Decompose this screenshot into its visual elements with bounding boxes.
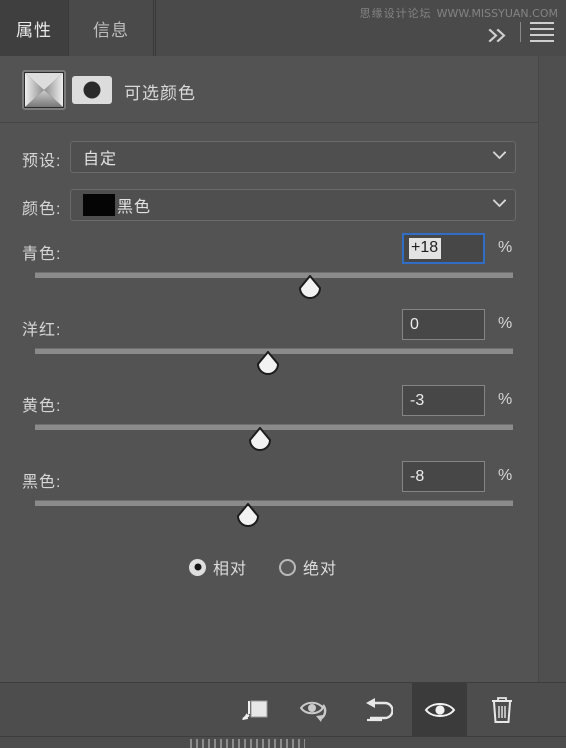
color-select[interactable]: 黑色 [70,189,516,221]
tab-info[interactable]: 信息 [68,0,154,56]
tab-info-label: 信息 [93,20,129,40]
chevron-down-icon [493,199,506,210]
color-label: 颜色: [22,201,62,218]
method-absolute-label: 绝对 [303,561,338,578]
toggle-visibility-button[interactable] [412,683,467,736]
clip-to-layer-icon [239,697,269,723]
hamburger-menu-icon[interactable] [530,22,554,42]
preset-label: 预设: [22,153,62,170]
yellow-value: -3 [410,391,425,409]
properties-panel: 属性 信息 思缘设计论坛 WWW.MISSYUAN.COM 可选颜色 预设: 自… [0,0,566,748]
cyan-slider-thumb[interactable] [298,275,323,299]
toolbar-separator [520,22,521,42]
panel-bottom-toolbar [0,682,566,736]
preset-value: 自定 [83,151,118,168]
trash-icon [490,696,514,724]
tab-properties-label: 属性 [16,20,52,40]
delete-layer-button[interactable] [474,683,529,736]
reset-arrow-icon [363,697,393,723]
chevron-down-icon [493,151,506,162]
black-value: -8 [410,467,425,485]
reset-button[interactable] [350,683,405,736]
method-relative-option[interactable]: 相对 [189,555,247,579]
preset-select[interactable]: 自定 [70,141,516,173]
black-slider-track[interactable] [35,500,513,506]
yellow-unit: % [498,391,513,408]
magenta-input[interactable]: 0 [402,309,485,340]
black-label: 黑色: [22,474,62,491]
yellow-label: 黄色: [22,398,62,415]
page-title: 可选颜色 [124,84,196,103]
magenta-value: 0 [410,315,419,333]
black-slider-thumb[interactable] [236,503,261,527]
cyan-slider-track[interactable] [35,272,513,278]
selective-color-thumbnail[interactable] [22,70,66,110]
color-value: 黑色 [117,199,152,216]
clip-to-layer-button[interactable] [226,683,281,736]
yellow-slider-thumb[interactable] [248,427,273,451]
color-swatch [83,194,115,216]
layer-mask-thumbnail[interactable] [72,76,112,104]
cyan-input[interactable]: +18 [402,233,485,264]
grip-lines-icon [190,739,305,748]
cyan-label: 青色: [22,246,62,263]
radio-absolute[interactable] [279,558,296,576]
magenta-label: 洋红: [22,322,62,339]
magenta-slider-thumb[interactable] [256,351,281,375]
magenta-unit: % [498,315,513,332]
eye-previous-state-icon [299,697,333,723]
yellow-slider-track[interactable] [35,424,513,430]
eye-icon [424,699,456,721]
method-absolute-option[interactable]: 绝对 [279,555,337,579]
black-input[interactable]: -8 [402,461,485,492]
method-relative-label: 相对 [213,561,248,578]
watermark-url: WWW.MISSYUAN.COM [436,7,558,20]
view-previous-state-button[interactable] [288,683,343,736]
watermark-site-name: 思缘设计论坛 [359,7,432,20]
tab-properties[interactable]: 属性 [0,0,68,56]
watermark: 思缘设计论坛 WWW.MISSYUAN.COM [360,5,558,21]
cyan-unit: % [498,239,513,256]
radio-relative[interactable] [189,558,206,576]
panel-right-edge [538,56,566,682]
double-chevron-right-icon[interactable] [488,27,507,46]
panel-resize-grip[interactable] [0,736,566,748]
mask-shape [83,81,101,99]
cyan-value: +18 [409,238,442,259]
panel-tab-bar: 属性 信息 思缘设计论坛 WWW.MISSYUAN.COM [0,0,566,56]
black-unit: % [498,467,513,484]
yellow-input[interactable]: -3 [402,385,485,416]
